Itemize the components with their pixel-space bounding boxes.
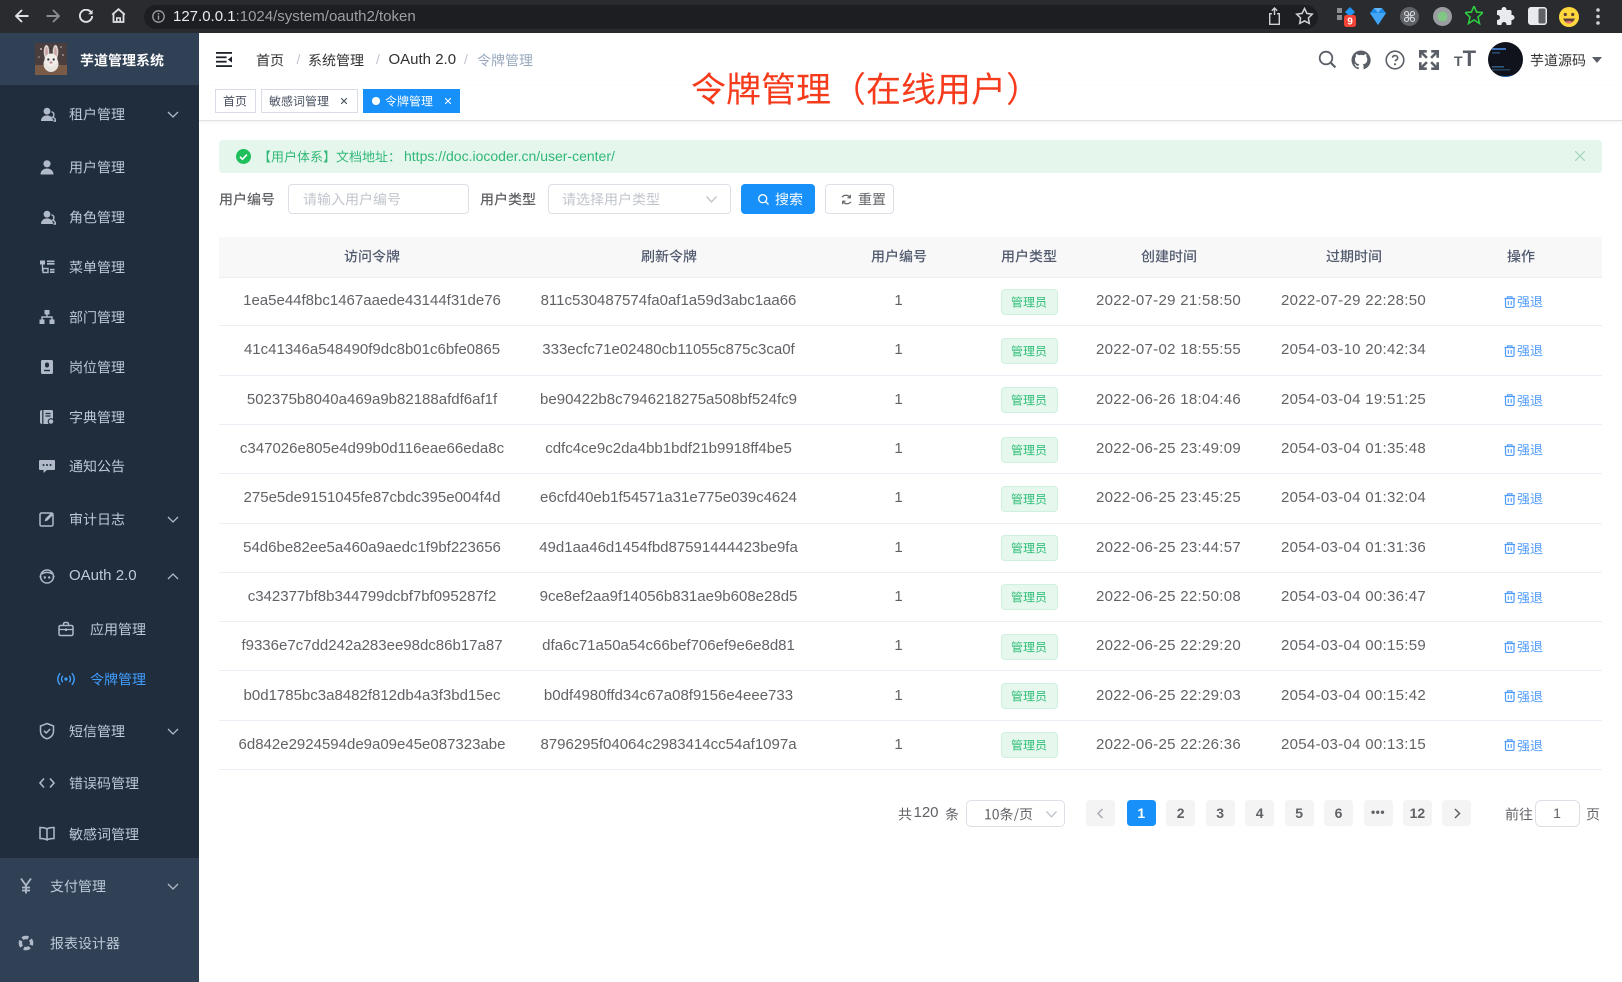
svg-text:9: 9 — [1347, 17, 1353, 28]
